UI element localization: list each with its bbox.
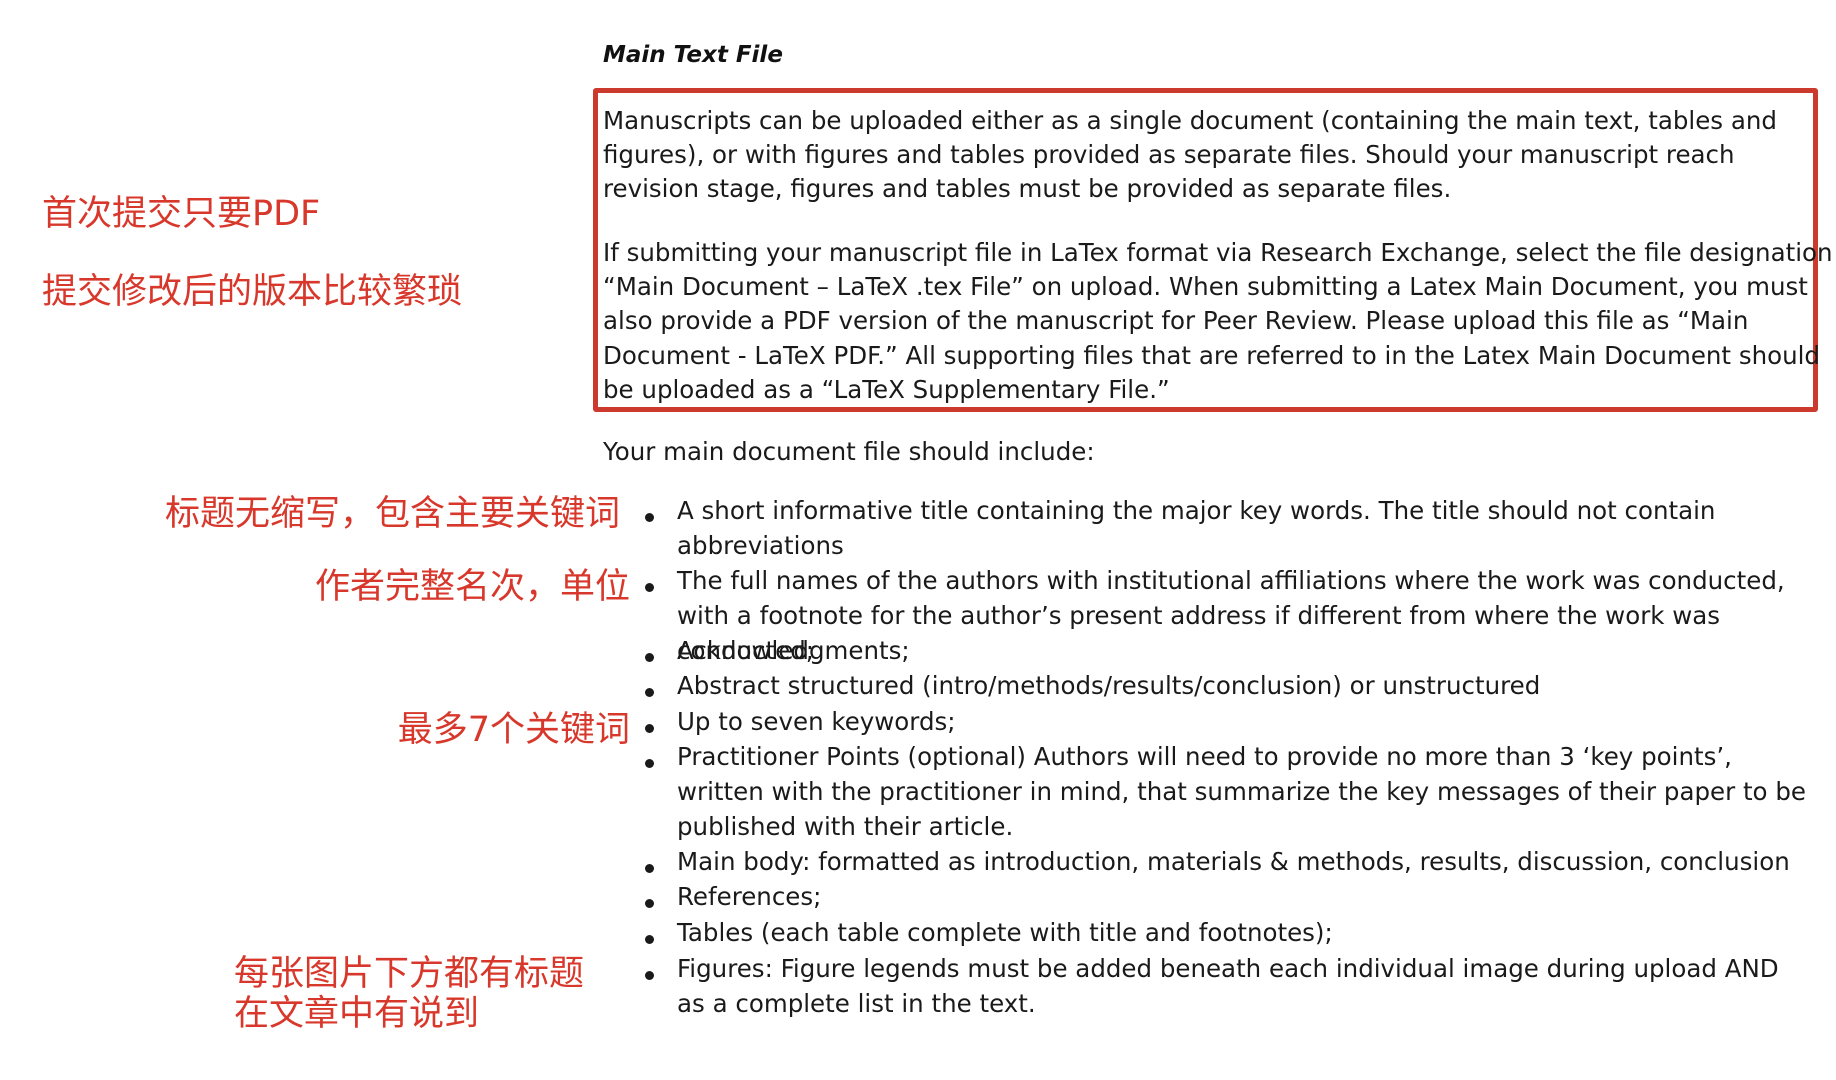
list-item-text: References; [677, 882, 822, 911]
list-item-text: Practitioner Points (optional) Authors w… [677, 742, 1806, 841]
bullet-icon [645, 688, 654, 697]
bullet-icon [645, 653, 654, 662]
annotation-keywords-note: 最多7个关键词 [397, 710, 630, 750]
bullet-icon [645, 724, 654, 733]
boxed-paragraph-2: If submitting your manuscript file in La… [603, 238, 1833, 404]
bullet-icon [645, 759, 654, 768]
bullet-icon [645, 899, 654, 908]
list-item-text: Tables (each table complete with title a… [677, 918, 1333, 947]
list-item: Figures: Figure legends must be added be… [0, 0, 1836, 1018]
bullet-icon [645, 513, 654, 522]
list-item-text: A short informative title containing the… [677, 496, 1716, 560]
list-item-text: Acknowledgments; [677, 636, 910, 665]
annotation-first-submission: 首次提交只要PDF [42, 194, 321, 234]
bullet-icon [645, 583, 654, 592]
bullet-icon [645, 935, 654, 944]
annotation-authors-note: 作者完整名次，单位 [314, 567, 630, 607]
annotation-title-note: 标题无缩写，包含主要关键词 [164, 494, 620, 534]
boxed-paragraph-1: Manuscripts can be uploaded either as a … [603, 106, 1777, 204]
bullet-icon [645, 971, 654, 980]
list-item-text: Main body: formatted as introduction, ma… [677, 847, 1790, 876]
list-item-text: Up to seven keywords; [677, 707, 956, 736]
annotation-figures-note: 每张图片下方都有标题 在文章中有说到 [234, 954, 584, 1034]
bullet-icon [645, 864, 654, 873]
intro-text: Your main document file should include: [603, 437, 1095, 466]
annotation-figures-note-line-1: 每张图片下方都有标题 [234, 954, 585, 994]
annotation-figures-note-line-2: 在文章中有说到 [234, 994, 480, 1034]
annotation-revision-submission: 提交修改后的版本比较繁琐 [42, 272, 463, 312]
section-heading: Main Text File [603, 42, 783, 68]
list-item-text: Abstract structured (intro/methods/resul… [677, 671, 1541, 700]
list-item-text: Figures: Figure legends must be added be… [677, 954, 1779, 1018]
